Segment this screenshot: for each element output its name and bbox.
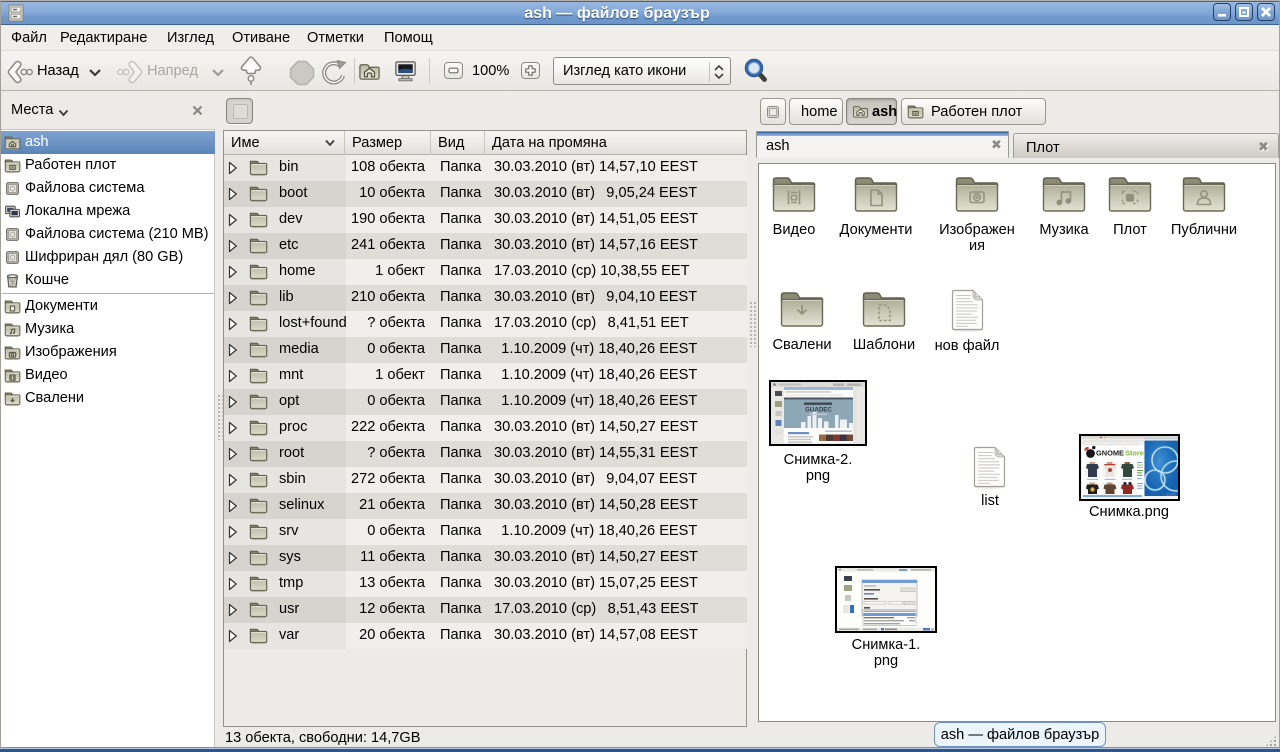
svg-text:GNOME: GNOME	[1096, 449, 1124, 458]
svg-text:Store: Store	[1125, 449, 1144, 458]
svg-text:GUADEC: GUADEC	[805, 407, 832, 414]
